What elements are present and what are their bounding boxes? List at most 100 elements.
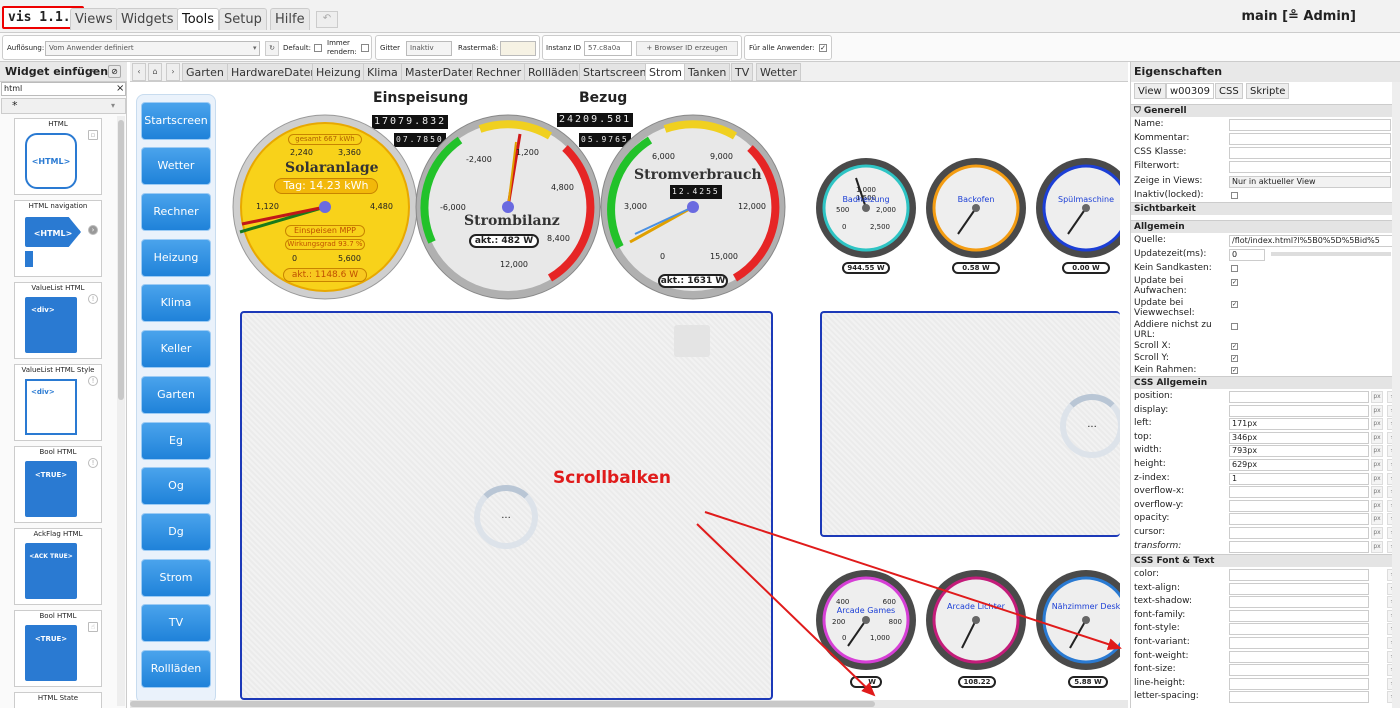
source-input[interactable]: /flot/index.html?l%5B0%5D%5Bid%5 <box>1229 235 1399 247</box>
css-prop-input[interactable] <box>1229 499 1369 512</box>
selected-iframe-widget[interactable]: ... <box>240 311 773 700</box>
name-input[interactable] <box>1229 119 1391 131</box>
sandbox-checkbox[interactable] <box>1231 265 1238 272</box>
locked-checkbox[interactable] <box>1231 192 1238 199</box>
scroll-x-checkbox[interactable]: ✓ <box>1231 343 1238 350</box>
css-prop-input[interactable] <box>1229 486 1369 499</box>
nav-button-rechner[interactable]: Rechner <box>141 193 211 231</box>
font-prop-input[interactable] <box>1229 609 1369 622</box>
clear-search-icon[interactable]: × <box>116 83 124 94</box>
css-class-input[interactable] <box>1229 147 1391 159</box>
nav-button-garten[interactable]: Garten <box>141 376 211 414</box>
css-prop-input[interactable]: 629px <box>1229 459 1369 471</box>
widget-html[interactable]: HTML <HTML> ▫ <box>14 118 102 195</box>
filter-input[interactable] <box>1229 161 1391 173</box>
unit-px-button[interactable]: px <box>1371 431 1383 444</box>
view-tab-tv[interactable]: TV <box>731 63 754 81</box>
view-tab-wetter[interactable]: Wetter <box>756 63 801 81</box>
nav-button-rolllaeden[interactable]: Rollläden <box>141 650 211 688</box>
tab-tools[interactable]: Tools <box>177 8 220 30</box>
refresh-icon[interactable]: ↻ <box>265 41 279 56</box>
view-tab-tanken[interactable]: Tanken <box>684 63 731 81</box>
font-prop-input[interactable] <box>1229 596 1369 609</box>
nav-button-eg[interactable]: Eg <box>141 422 211 460</box>
section-generell[interactable]: ⛉ Generell <box>1131 104 1400 117</box>
unit-px-button[interactable]: px <box>1371 540 1383 553</box>
nav-button-klima[interactable]: Klima <box>141 284 211 322</box>
css-prop-input[interactable] <box>1229 527 1369 539</box>
unit-px-button[interactable]: px <box>1371 527 1383 539</box>
font-prop-input[interactable] <box>1229 569 1369 581</box>
small-gauge-arcade-lichter[interactable] <box>926 570 1026 670</box>
user-info[interactable]: main [≗ Admin] <box>1242 9 1356 24</box>
unit-px-button[interactable]: px <box>1371 513 1383 526</box>
css-prop-input[interactable] <box>1229 513 1369 526</box>
tab-widgets[interactable]: Widgets <box>116 8 179 30</box>
horizontal-scroll-thumb[interactable] <box>130 701 875 707</box>
unit-px-button[interactable]: px <box>1371 486 1383 499</box>
view-canvas[interactable]: Einspeisung Bezug 17079.832 07.7850 2420… <box>130 82 1120 700</box>
undo-icon[interactable]: ↶ <box>316 11 338 28</box>
props-tab-widget[interactable]: w00309 <box>1166 83 1214 99</box>
default-checkbox[interactable] <box>314 44 322 52</box>
nav-button-tv[interactable]: TV <box>141 604 211 642</box>
unit-px-button[interactable]: px <box>1371 499 1383 512</box>
view-tab-masterdaten[interactable]: MasterDaten <box>401 63 480 81</box>
section-css-font[interactable]: CSS Font & Text <box>1131 554 1400 567</box>
canvas-horizontal-scrollbar[interactable] <box>130 700 1128 708</box>
nav-button-dg[interactable]: Dg <box>141 513 211 551</box>
pin-icon[interactable]: ⊘ <box>108 65 121 78</box>
palette-scroll-thumb[interactable] <box>118 120 124 400</box>
view-tab-heizung[interactable]: Heizung <box>312 63 365 81</box>
grid-select[interactable]: Inaktiv <box>406 41 452 56</box>
view-tab-hardwaredaten[interactable]: HardwareDaten <box>227 63 322 81</box>
update-slider[interactable] <box>1271 252 1391 256</box>
chevron-right-icon[interactable]: › <box>166 63 180 81</box>
unit-px-button[interactable]: px <box>1371 472 1383 485</box>
views-select[interactable]: Nur in aktueller View <box>1229 176 1391 188</box>
nav-button-strom[interactable]: Strom <box>141 559 211 597</box>
unit-px-button[interactable]: px <box>1371 391 1383 403</box>
widget-html-state[interactable]: HTML State <box>14 692 102 708</box>
tab-hilfe[interactable]: Hilfe <box>270 8 310 30</box>
font-prop-input[interactable] <box>1229 582 1369 595</box>
small-gauge-naehzimmer-desk[interactable] <box>1036 570 1120 670</box>
css-prop-input[interactable]: 1 <box>1229 472 1369 485</box>
view-tab-strom[interactable]: Strom <box>645 63 687 81</box>
css-prop-input[interactable]: 346px <box>1229 431 1369 444</box>
all-users-checkbox[interactable]: ✓ <box>819 44 827 52</box>
search-icon[interactable]: ⌕ <box>91 66 96 76</box>
font-prop-input[interactable] <box>1229 623 1369 636</box>
view-tab-startscreen[interactable]: Startscreen <box>579 63 651 81</box>
nav-button-heizung[interactable]: Heizung <box>141 239 211 277</box>
unit-px-button[interactable]: px <box>1371 459 1383 471</box>
props-tab-view[interactable]: View <box>1134 83 1166 99</box>
unit-px-button[interactable]: px <box>1371 404 1383 417</box>
scroll-y-checkbox[interactable]: ✓ <box>1231 355 1238 362</box>
widget-set-select[interactable]: * <box>1 98 126 114</box>
tab-setup[interactable]: Setup <box>219 8 267 30</box>
widget-search-input[interactable]: html <box>1 82 126 96</box>
viewchange-checkbox[interactable]: ✓ <box>1231 301 1238 308</box>
widget-bool-html[interactable]: Bool HTML <TRUE> ! <box>14 446 102 523</box>
small-gauge-backofen[interactable] <box>926 158 1026 258</box>
widget-valuelist-html[interactable]: ValueList HTML <div> ! <box>14 282 102 359</box>
widget-ackflag-html[interactable]: AckFlag HTML <ACK TRUE> <box>14 528 102 605</box>
small-gauge-spuelmaschine[interactable] <box>1036 158 1120 258</box>
section-allgemein[interactable]: Allgemein <box>1131 220 1400 233</box>
section-sichtbarkeit[interactable]: Sichtbarkeit <box>1131 202 1400 215</box>
widget-valuelist-html-style[interactable]: ValueList HTML Style <div> ! <box>14 364 102 441</box>
always-render-checkbox[interactable] <box>361 44 369 52</box>
props-tab-skripte[interactable]: Skripte <box>1246 83 1290 99</box>
css-prop-input[interactable] <box>1229 404 1369 417</box>
font-prop-input[interactable] <box>1229 650 1369 663</box>
iframe-widget-right[interactable]: ... <box>820 311 1120 537</box>
section-css-allgemein[interactable]: CSS Allgemein <box>1131 376 1400 389</box>
unit-px-button[interactable]: px <box>1371 445 1383 458</box>
update-input[interactable]: 0 <box>1229 249 1265 261</box>
tab-views[interactable]: Views <box>70 8 118 30</box>
props-tab-css[interactable]: CSS <box>1215 83 1243 99</box>
css-prop-input[interactable]: 171px <box>1229 418 1369 431</box>
css-prop-input[interactable] <box>1229 391 1369 403</box>
comment-input[interactable] <box>1229 133 1391 145</box>
